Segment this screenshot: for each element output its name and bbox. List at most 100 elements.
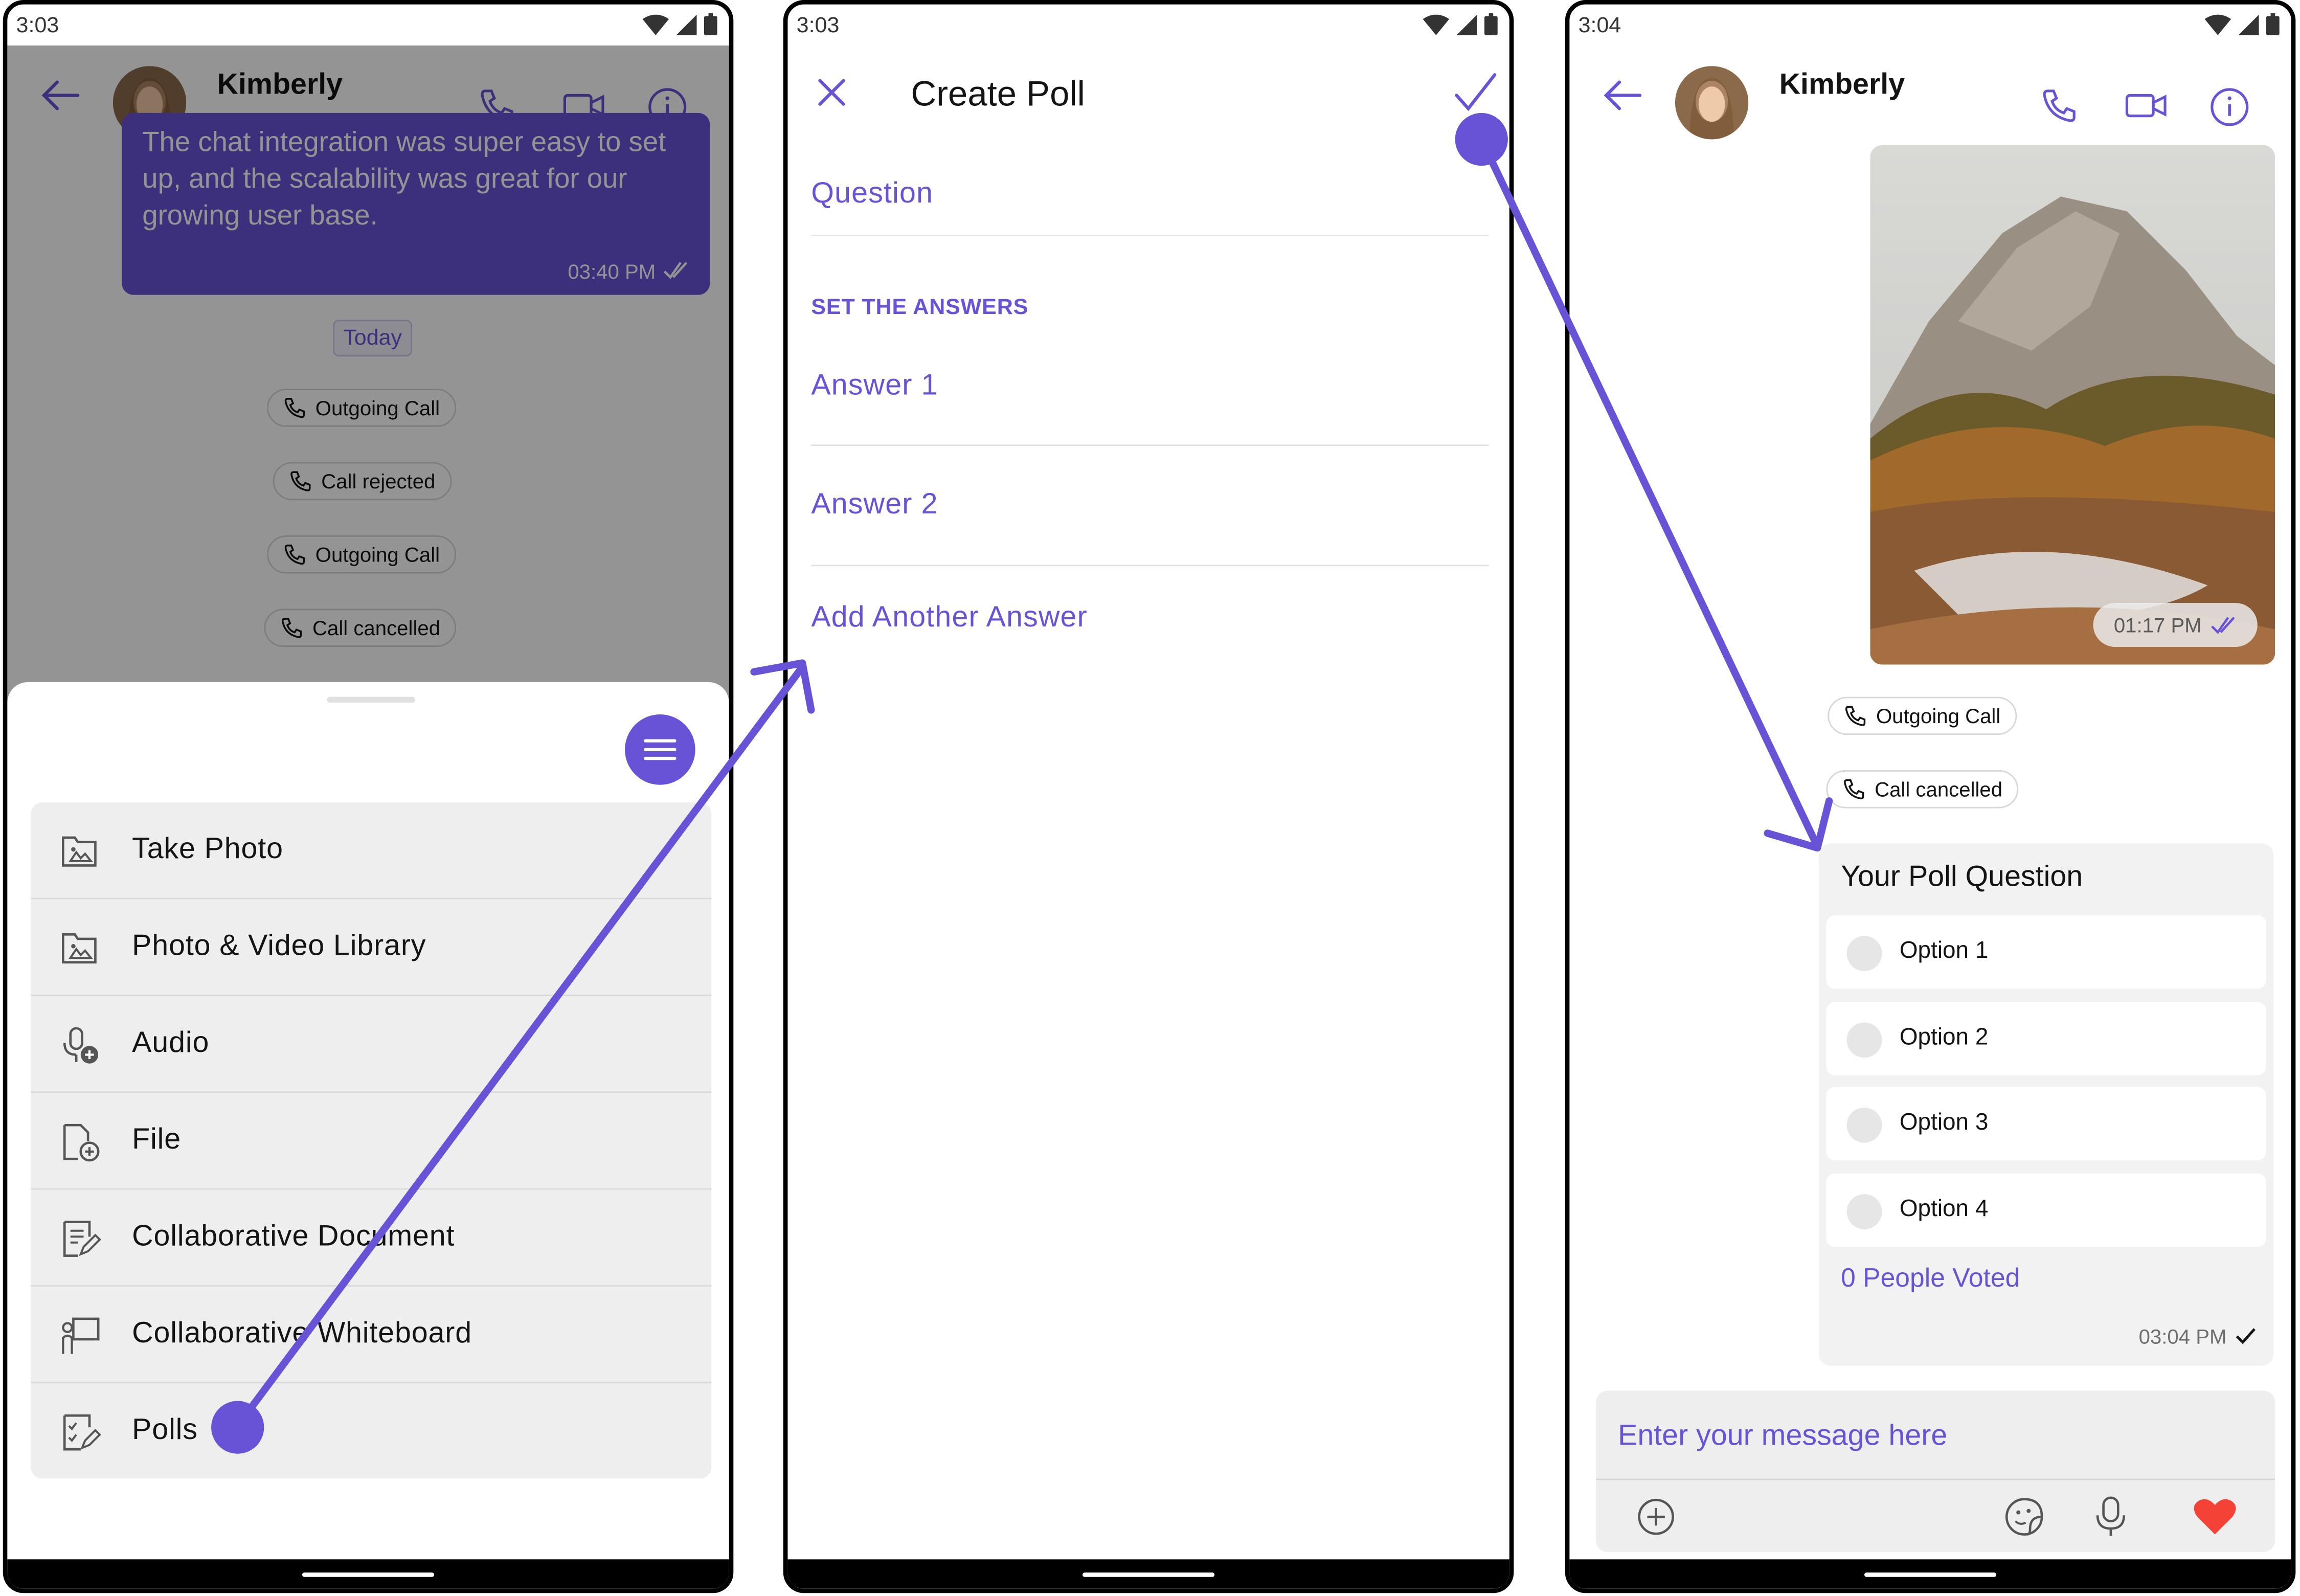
option-collaborative-whiteboard[interactable]: Collaborative Whiteboard — [31, 1287, 712, 1384]
landscape-image — [1870, 145, 2275, 665]
phone-icon — [1844, 779, 1864, 800]
answer-2-input[interactable]: Answer 2 — [811, 488, 938, 522]
poll-option-label: Option 2 — [1899, 1025, 1989, 1050]
option-label: Collaborative Document — [132, 1220, 455, 1253]
battery-icon — [704, 13, 717, 35]
question-input[interactable]: Question — [811, 177, 933, 211]
answers-section-title: SET THE ANSWERS — [811, 295, 1029, 320]
microphone-icon[interactable] — [2094, 1495, 2127, 1539]
screen-chat-with-poll: 3:04 Kimberly 01:17 PM Outgoing Call Cal… — [1565, 0, 2296, 1593]
option-collaborative-document[interactable]: Collaborative Document — [31, 1189, 712, 1287]
poll-option[interactable]: Option 1 — [1826, 915, 2266, 989]
page-title: Create Poll — [911, 75, 1086, 115]
status-time: 3:04 — [1578, 13, 1621, 38]
radio-button[interactable] — [1846, 1107, 1882, 1143]
info-icon[interactable] — [2209, 86, 2250, 127]
option-label: Photo & Video Library — [132, 930, 426, 962]
attachment-sheet: Take Photo Photo & Video Library Audio F… — [7, 682, 729, 1560]
whiteboard-icon — [62, 1317, 100, 1354]
status-bar: 3:04 — [1569, 5, 2291, 46]
status-icons — [642, 13, 717, 35]
option-label: Polls — [132, 1414, 198, 1447]
home-indicator[interactable] — [1083, 1572, 1215, 1577]
file-add-icon — [63, 1123, 100, 1162]
wifi-icon — [2204, 14, 2231, 35]
battery-icon — [2266, 13, 2280, 35]
hamburger-icon — [644, 739, 677, 760]
status-bar: 3:03 — [7, 5, 729, 46]
vote-count: 0 People Voted — [1841, 1263, 2020, 1293]
phone-icon — [1845, 706, 1866, 726]
system-nav-bar — [1569, 1559, 2291, 1589]
status-bar: 3:03 — [787, 5, 1509, 46]
poll-option[interactable]: Option 2 — [1826, 1002, 2266, 1075]
call-chip: Call cancelled — [1826, 770, 2019, 808]
option-label: Take Photo — [132, 833, 283, 866]
heart-icon[interactable] — [2193, 1498, 2237, 1536]
option-file[interactable]: File — [31, 1093, 712, 1190]
add-answer-button[interactable]: Add Another Answer — [811, 601, 1088, 635]
photo-folder-icon — [62, 933, 97, 964]
system-nav-bar — [787, 1559, 1509, 1589]
chat-header: Kimberly — [1569, 46, 2291, 148]
double-check-icon — [2211, 617, 2235, 634]
radio-button[interactable] — [1846, 936, 1882, 972]
sheet-handle[interactable] — [327, 696, 415, 703]
option-photo-video-library[interactable]: Photo & Video Library — [31, 899, 712, 996]
wifi-icon — [1423, 14, 1450, 35]
mic-add-icon — [63, 1027, 99, 1064]
status-time: 3:03 — [16, 13, 59, 38]
screen-attachment-menu: 3:03 Kimberly The chat integration was s… — [3, 0, 734, 1593]
poll-option-label: Option 1 — [1899, 938, 1989, 964]
option-label: Collaborative Whiteboard — [132, 1317, 472, 1350]
menu-button[interactable] — [625, 714, 695, 785]
close-icon[interactable] — [817, 78, 846, 107]
submit-check-icon[interactable] — [1454, 72, 1498, 113]
message-composer: Enter your message here — [1596, 1390, 2275, 1552]
sticker-icon[interactable] — [2004, 1496, 2045, 1537]
poll-option-label: Option 4 — [1899, 1197, 1989, 1222]
contact-name: Kimberly — [1779, 69, 1905, 101]
image-time: 01:17 PM — [2113, 613, 2202, 637]
poll-time: 03:04 PM — [2138, 1324, 2227, 1348]
message-input[interactable]: Enter your message here — [1618, 1420, 1947, 1454]
phone-call-icon[interactable] — [2040, 86, 2079, 125]
signal-icon — [2238, 14, 2259, 35]
composer-divider — [1596, 1478, 2275, 1480]
image-message[interactable]: 01:17 PM — [1870, 145, 2275, 665]
system-nav-bar — [7, 1559, 729, 1589]
signal-icon — [676, 14, 697, 35]
radio-button[interactable] — [1846, 1194, 1882, 1229]
option-label: File — [132, 1123, 182, 1156]
radio-button[interactable] — [1846, 1022, 1882, 1058]
option-polls[interactable]: Polls — [31, 1383, 711, 1478]
status-icons — [2204, 13, 2280, 35]
wifi-icon — [642, 14, 669, 35]
screen-create-poll: 3:03 Create Poll Question SET THE ANSWER… — [783, 0, 1514, 1593]
answer-1-underline — [811, 444, 1489, 446]
poll-option[interactable]: Option 4 — [1826, 1173, 2266, 1247]
status-icons — [1423, 13, 1498, 35]
image-timestamp: 01:17 PM — [2093, 602, 2258, 647]
poll-option-label: Option 3 — [1899, 1110, 1989, 1136]
add-attachment-icon[interactable] — [1637, 1498, 1675, 1536]
poll-question: Your Poll Question — [1841, 861, 2083, 893]
poll-message: Your Poll Question Option 1 Option 2 Opt… — [1819, 843, 2274, 1366]
signal-icon — [1456, 14, 1477, 35]
check-icon — [2236, 1328, 2256, 1344]
question-underline — [811, 234, 1489, 236]
answer-1-input[interactable]: Answer 1 — [811, 370, 938, 403]
option-audio[interactable]: Audio — [31, 996, 712, 1093]
status-time: 3:03 — [796, 13, 840, 38]
poll-option[interactable]: Option 3 — [1826, 1087, 2266, 1161]
avatar[interactable] — [1675, 66, 1749, 140]
video-call-icon[interactable] — [2124, 86, 2168, 125]
home-indicator[interactable] — [302, 1572, 435, 1577]
document-edit-icon — [63, 1221, 101, 1257]
back-arrow-icon[interactable] — [1602, 78, 1643, 113]
home-indicator[interactable] — [1864, 1572, 1997, 1577]
option-label: Audio — [132, 1027, 210, 1060]
attachment-options-list: Take Photo Photo & Video Library Audio F… — [31, 802, 712, 1479]
battery-icon — [1484, 13, 1498, 35]
option-take-photo[interactable]: Take Photo — [31, 802, 712, 900]
